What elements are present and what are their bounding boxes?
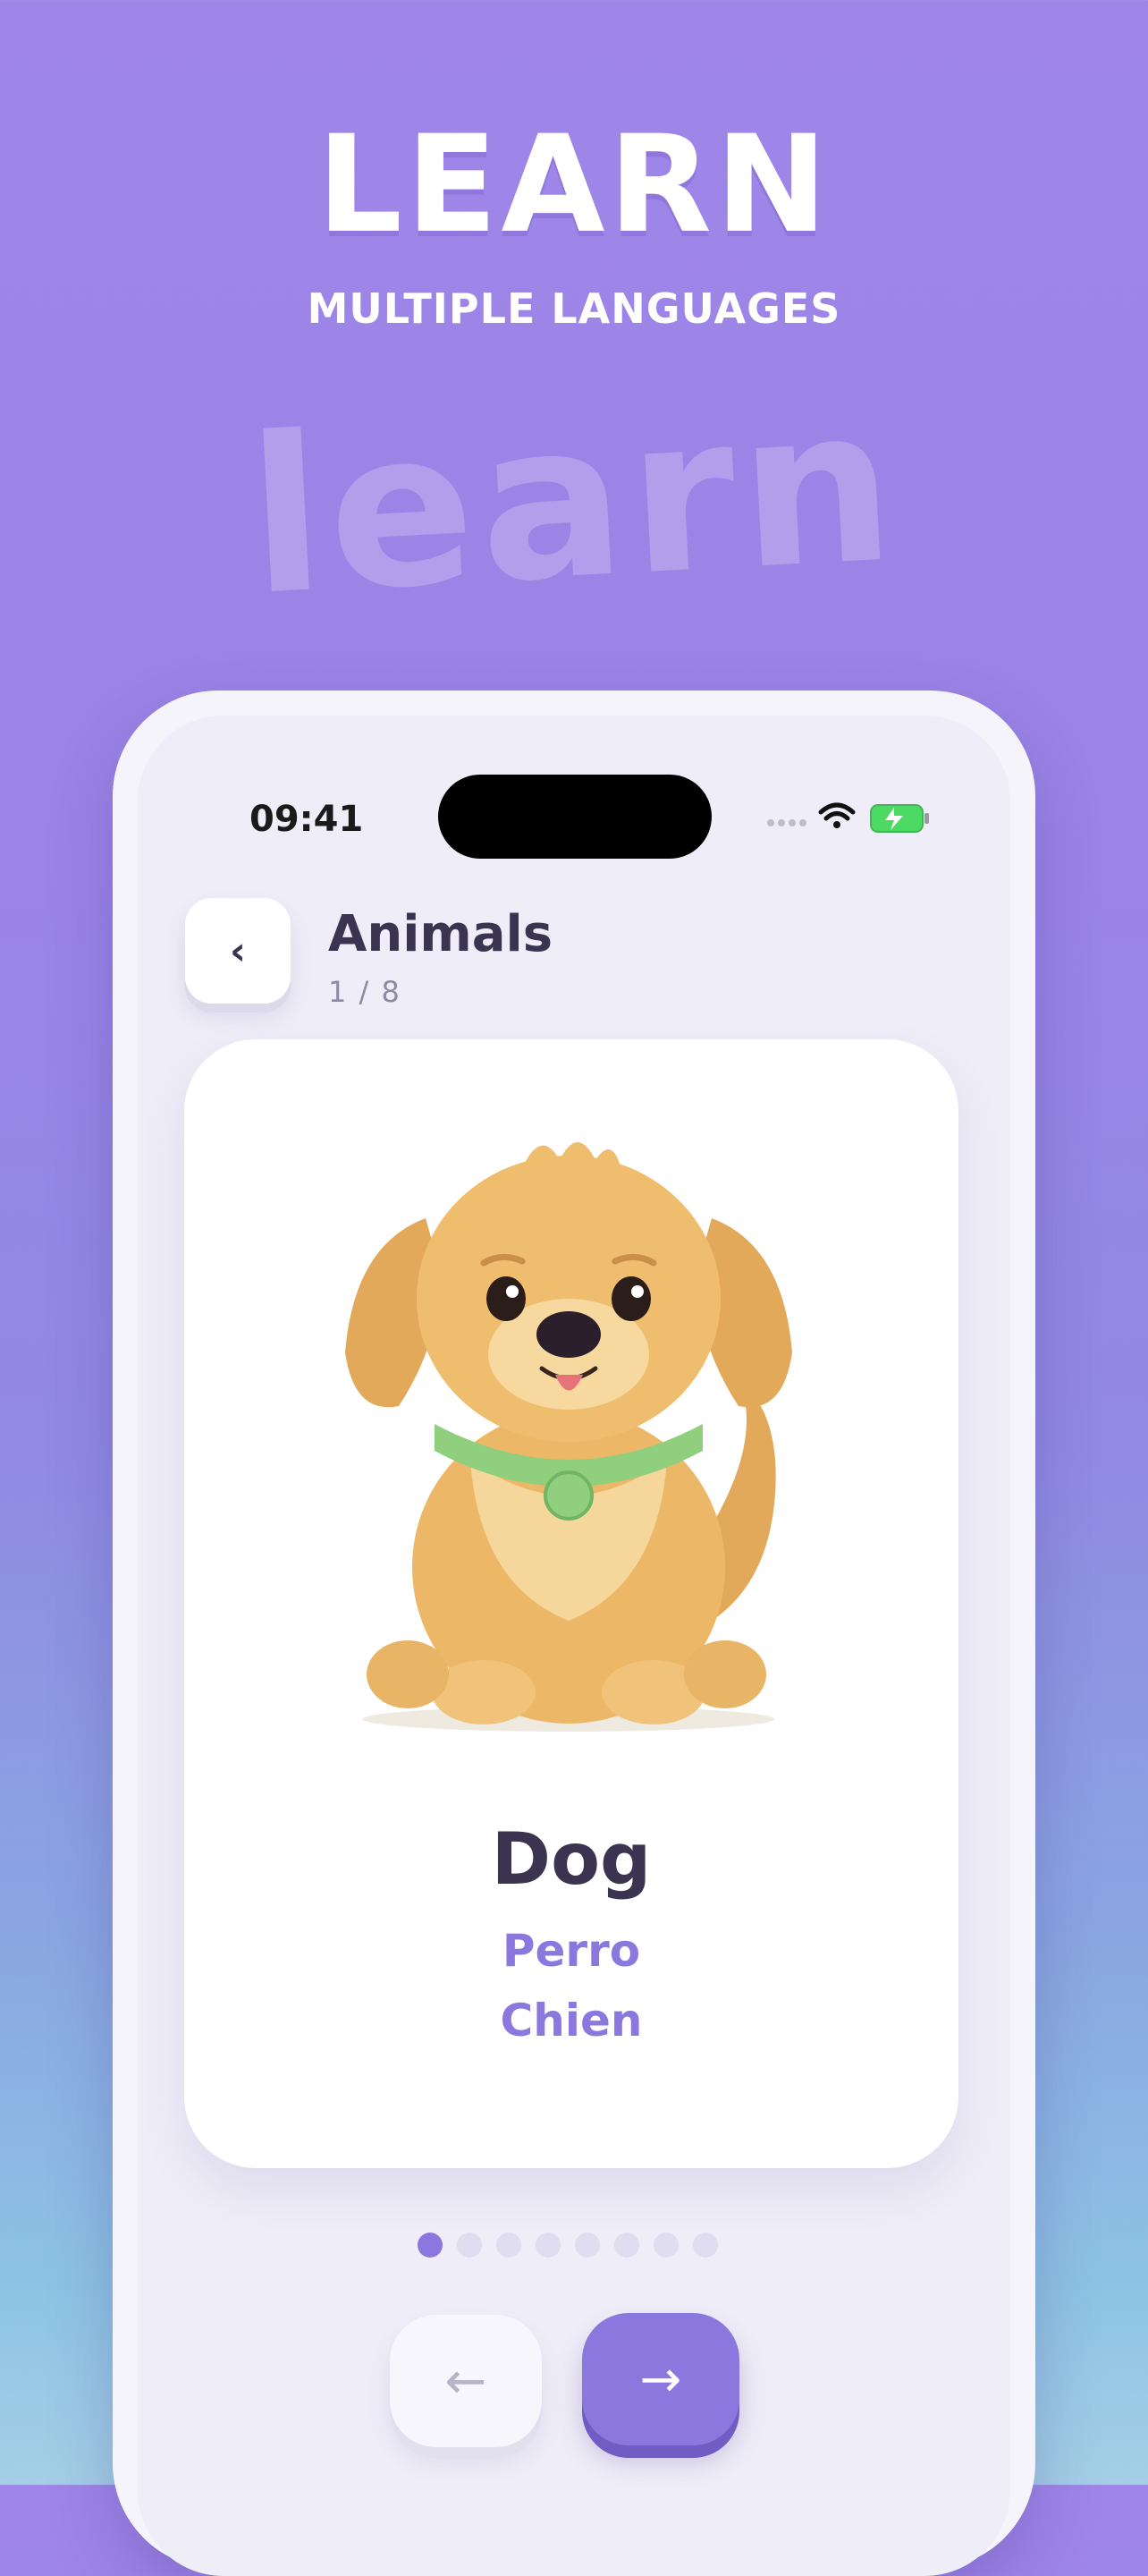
dog-illustration (345, 1142, 792, 1732)
previous-button[interactable]: ← (390, 2315, 542, 2447)
hero-watermark: learn (243, 359, 905, 643)
pagination-dot[interactable] (575, 2233, 600, 2258)
dynamic-island (438, 775, 712, 859)
arrow-left-icon: ← (444, 2351, 487, 2411)
arrow-right-icon: → (639, 2350, 682, 2409)
pagination-dot[interactable] (536, 2233, 561, 2258)
pagination-dots (418, 2233, 718, 2259)
pagination-dot[interactable] (654, 2233, 679, 2258)
phone-screen: 09:41 ‹ Animals 1 / 8 Dog Perro Chien ← … (138, 716, 1010, 2576)
hero-subtitle: MULTIPLE LANGUAGES (307, 284, 841, 333)
flashcard[interactable]: Dog Perro Chien (184, 1039, 958, 2168)
category-title: Animals (328, 905, 553, 963)
card-progress: 1 / 8 (328, 975, 401, 1009)
translation-spanish: Perro (502, 1925, 641, 1977)
pagination-dot[interactable] (693, 2233, 718, 2258)
battery-charging-icon (870, 804, 929, 833)
pagination-dot[interactable] (457, 2233, 482, 2258)
chevron-left-icon: ‹ (229, 928, 247, 974)
next-button[interactable]: → (582, 2313, 739, 2445)
wifi-icon (818, 802, 856, 828)
card-word: Dog (491, 1818, 652, 1901)
pagination-dot[interactable] (496, 2233, 521, 2258)
status-time: 09:41 (249, 799, 364, 840)
phone-frame: 09:41 ‹ Animals 1 / 8 Dog Perro Chien ← … (113, 691, 1035, 2576)
status-icons (767, 802, 929, 833)
pagination-dot[interactable] (418, 2233, 443, 2258)
pagination-dot[interactable] (614, 2233, 639, 2258)
cellular-dots-icon (767, 819, 806, 826)
translation-french: Chien (500, 1995, 643, 2046)
back-button[interactable]: ‹ (185, 898, 291, 1004)
hero-title: LEARN (317, 107, 831, 263)
